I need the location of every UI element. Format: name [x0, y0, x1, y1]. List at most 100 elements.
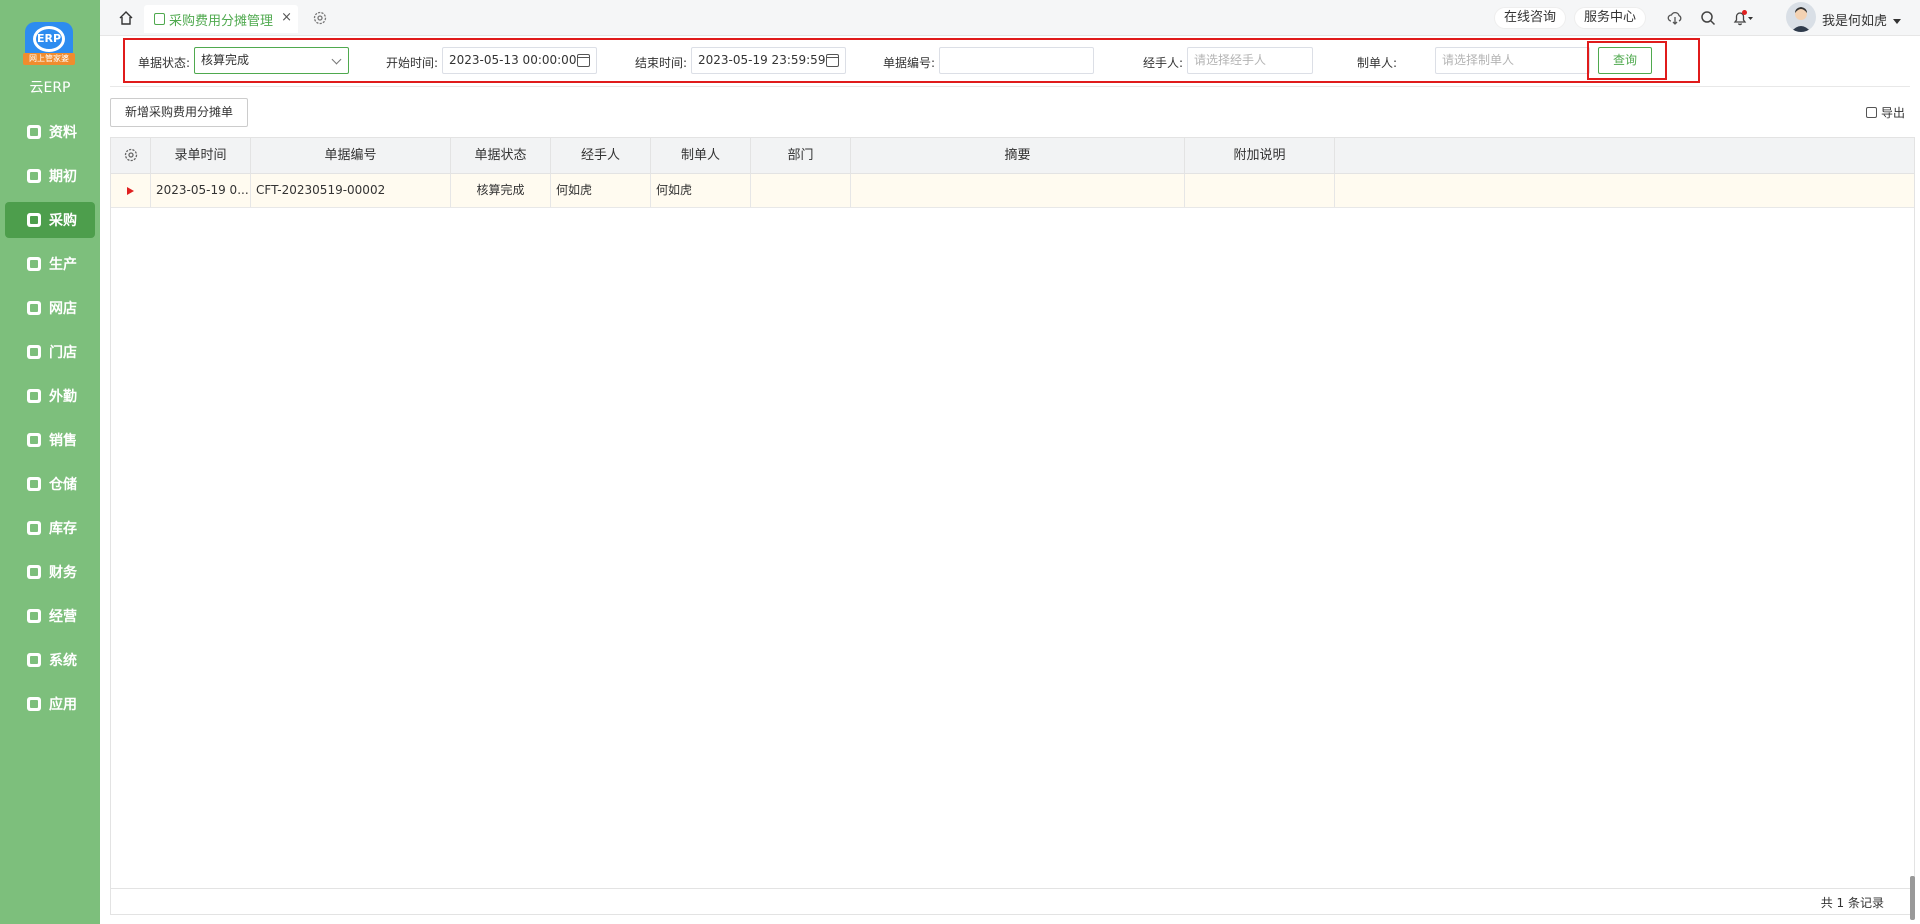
sidebar-item-label: 库存: [49, 521, 77, 537]
maker-placeholder: 请选择制单人: [1442, 53, 1515, 67]
divider: [110, 86, 1910, 87]
end-time-input[interactable]: 2023-05-19 23:59:59: [691, 47, 846, 74]
logo-letters: ERP: [33, 26, 65, 52]
sidebar-item-label: 应用: [49, 697, 77, 713]
sidebar-item-xiaoshou[interactable]: 销售: [5, 422, 95, 458]
shop-icon: [27, 301, 41, 315]
system-icon: [27, 653, 41, 667]
record-count: 共 1 条记录: [1820, 896, 1884, 910]
calendar-icon[interactable]: [577, 54, 590, 67]
start-time-input[interactable]: 2023-05-13 00:00:00: [442, 47, 597, 74]
end-time-value: 2023-05-19 23:59:59: [698, 53, 826, 67]
column-header[interactable]: 摘要: [851, 138, 1185, 173]
sidebar-item-label: 采购: [49, 213, 77, 229]
chart-icon: [27, 433, 41, 447]
sidebar-item-label: 系统: [49, 653, 77, 669]
calendar-icon[interactable]: [826, 54, 839, 67]
column-header[interactable]: 录单时间: [151, 138, 251, 173]
cloud-download-icon[interactable]: [1667, 10, 1683, 26]
column-header[interactable]: 经手人: [551, 138, 651, 173]
sidebar-item-qichu[interactable]: 期初: [5, 158, 95, 194]
app-logo: ERP 网上管家婆: [23, 22, 75, 74]
add-purchase-cost-allocation-button[interactable]: 新增采购费用分摊单: [110, 98, 249, 127]
sidebar-item-label: 经营: [49, 609, 77, 625]
sidebar-item-mendian[interactable]: 门店: [5, 334, 95, 370]
maker-label: 制单人:: [1357, 56, 1398, 70]
column-header[interactable]: 单据编号: [251, 138, 451, 173]
sidebar-item-kucun[interactable]: 库存: [5, 510, 95, 546]
sidebar-item-label: 生产: [49, 257, 77, 273]
sidebar-item-label: 仓储: [49, 477, 77, 493]
sidebar-item-wangdian[interactable]: 网店: [5, 290, 95, 326]
column-header[interactable]: 部门: [751, 138, 851, 173]
maker-select[interactable]: 请选择制单人: [1435, 47, 1590, 74]
username: 我是何如虎: [1822, 14, 1888, 29]
search-icon[interactable]: [1700, 10, 1716, 26]
close-icon[interactable]: ×: [281, 10, 292, 25]
column-header[interactable]: 制单人: [651, 138, 751, 173]
sidebar-nav: 资料 期初 采购 生产 网店 门店 外勤 销售 仓储 库存 财务 经营 系统 应…: [0, 114, 100, 730]
gear-icon[interactable]: [312, 10, 328, 26]
sidebar-item-caiwu[interactable]: 财务: [5, 554, 95, 590]
cell-maker: 何如虎: [651, 174, 751, 207]
sidebar-item-label: 门店: [49, 345, 77, 361]
sidebar-item-yingyong[interactable]: 应用: [5, 686, 95, 722]
sidebar-item-xitong[interactable]: 系统: [5, 642, 95, 678]
status-label: 单据状态:: [138, 56, 191, 70]
sidebar-item-label: 资料: [49, 125, 77, 141]
gear-icon: [124, 148, 138, 162]
arrow-right-icon: [127, 186, 134, 195]
bill-number-input[interactable]: [939, 47, 1094, 74]
sidebar-item-label: 财务: [49, 565, 77, 581]
start-time-label: 开始时间:: [386, 56, 439, 70]
cell-handler: 何如虎: [551, 174, 651, 207]
field-icon: [27, 389, 41, 403]
document-icon: [154, 13, 165, 25]
business-icon: [27, 609, 41, 623]
logo-tag: 网上管家婆: [23, 53, 75, 65]
sidebar-item-label: 期初: [49, 169, 77, 185]
tab-purchase-cost-allocation[interactable]: 采购费用分摊管理 ×: [144, 5, 298, 33]
home-store-icon: [27, 521, 41, 535]
scrollbar[interactable]: [1910, 876, 1915, 920]
handler-placeholder: 请选择经手人: [1194, 53, 1267, 67]
cell-time: 2023-05-19 0...: [151, 174, 251, 207]
sidebar-item-ziliao[interactable]: 资料: [5, 114, 95, 150]
sidebar-item-label: 外勤: [49, 389, 77, 405]
handler-select[interactable]: 请选择经手人: [1187, 47, 1313, 74]
online-consult-button[interactable]: 在线咨询: [1494, 7, 1567, 29]
sidebar-item-label: 网店: [49, 301, 77, 317]
user-menu[interactable]: 我是何如虎: [1822, 10, 1902, 29]
export-label: 导出: [1881, 106, 1906, 120]
column-header[interactable]: 附加说明: [1185, 138, 1335, 173]
sidebar-item-caigou[interactable]: 采购: [5, 202, 95, 238]
table-row[interactable]: 2023-05-19 0... CFT-20230519-00002 核算完成 …: [111, 174, 1914, 208]
export-icon: [1866, 107, 1877, 118]
app-name: 云ERP: [29, 80, 71, 96]
query-button[interactable]: 查询: [1598, 47, 1652, 74]
cell-number: CFT-20230519-00002: [251, 174, 451, 207]
export-button[interactable]: 导出: [1866, 104, 1905, 121]
table-footer-divider: [111, 888, 1914, 889]
chevron-down-icon: [331, 54, 342, 65]
service-center-button[interactable]: 服务中心: [1574, 7, 1647, 29]
sidebar-item-shengchan[interactable]: 生产: [5, 246, 95, 282]
warehouse-icon: [27, 477, 41, 491]
end-time-label: 结束时间:: [635, 56, 688, 70]
avatar[interactable]: [1786, 2, 1816, 32]
status-select[interactable]: 核算完成: [194, 47, 349, 74]
table-header: 录单时间 单据编号 单据状态 经手人 制单人 部门 摘要 附加说明: [111, 138, 1914, 174]
sidebar-item-waiqin[interactable]: 外勤: [5, 378, 95, 414]
tab-label: 采购费用分摊管理: [169, 13, 274, 29]
document-icon: [27, 125, 41, 139]
home-icon[interactable]: [118, 10, 134, 26]
sidebar-item-label: 销售: [49, 433, 77, 449]
purchase-icon: [27, 213, 41, 227]
start-time-value: 2023-05-13 00:00:00: [449, 53, 577, 67]
column-settings[interactable]: [111, 138, 151, 173]
sidebar-item-jingying[interactable]: 经营: [5, 598, 95, 634]
bell-icon[interactable]: [1732, 10, 1754, 26]
sidebar-item-cangchu[interactable]: 仓储: [5, 466, 95, 502]
column-header[interactable]: 单据状态: [451, 138, 551, 173]
pie-icon: [27, 345, 41, 359]
